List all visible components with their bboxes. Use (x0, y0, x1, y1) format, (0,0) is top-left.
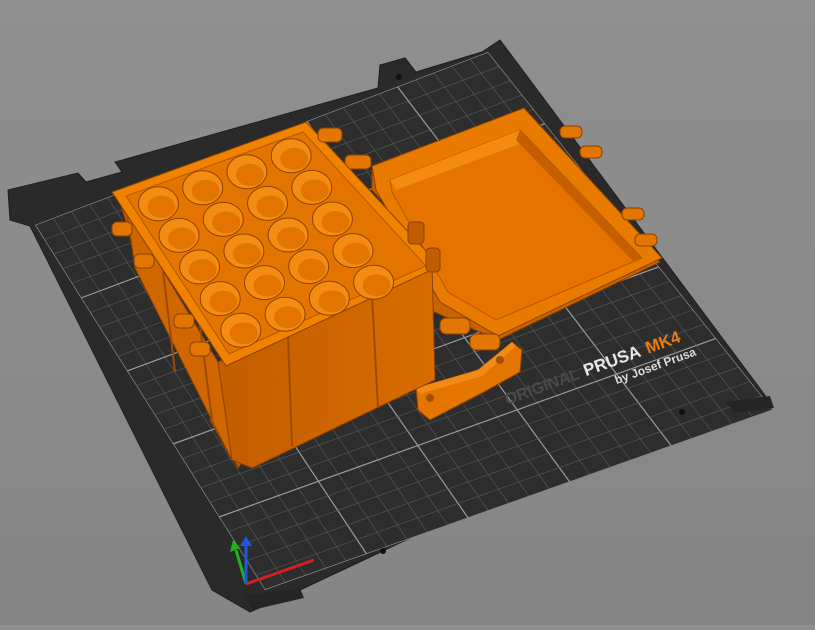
hinge-lug (439, 317, 471, 335)
cell-hole-floor (188, 259, 217, 281)
cell-hole-floor (318, 290, 347, 313)
hinge-lug (559, 125, 583, 139)
hinge-lug (189, 341, 211, 357)
cell-hole-floor (321, 211, 350, 233)
cell-hole-floor (212, 211, 241, 234)
hinge-lug (173, 313, 195, 329)
bed-hole (679, 409, 685, 415)
scene[interactable]: ORIGINAL PRUSA MK4 by Josef Prusa (0, 0, 815, 625)
cell-hole-floor (168, 227, 197, 250)
hinge-lug (133, 253, 155, 269)
bed-hole (396, 74, 402, 80)
cell-hole-floor (297, 258, 326, 281)
bed-hole (380, 548, 386, 554)
cell-hole-floor (277, 227, 306, 249)
hinge-lug (344, 154, 372, 170)
cell-hole-floor (256, 195, 285, 218)
hinge-lug (111, 221, 133, 237)
cell-hole-floor (191, 179, 220, 202)
cell-hole-floor (341, 242, 370, 265)
cell-hole-floor (229, 322, 258, 345)
hinge-lug (317, 127, 343, 143)
3d-viewport[interactable]: ORIGINAL PRUSA MK4 by Josef Prusa (0, 0, 815, 625)
cell-hole-floor (280, 147, 309, 170)
hinge-lug (634, 233, 658, 247)
cell-hole-floor (232, 243, 261, 265)
cell-hole-floor (300, 179, 329, 202)
cell-hole-floor (235, 163, 264, 186)
cell-hole-floor (209, 290, 238, 313)
hinge-lug (579, 145, 603, 159)
cell-hole-floor (274, 306, 303, 329)
hinge-lug (425, 247, 441, 273)
hinge-lug (407, 221, 425, 245)
hinge-lug (621, 207, 645, 221)
hinge-lug (469, 333, 501, 351)
cell-hole-floor (253, 274, 282, 297)
cell-hole-floor (147, 195, 176, 218)
cell-hole-floor (362, 274, 391, 297)
